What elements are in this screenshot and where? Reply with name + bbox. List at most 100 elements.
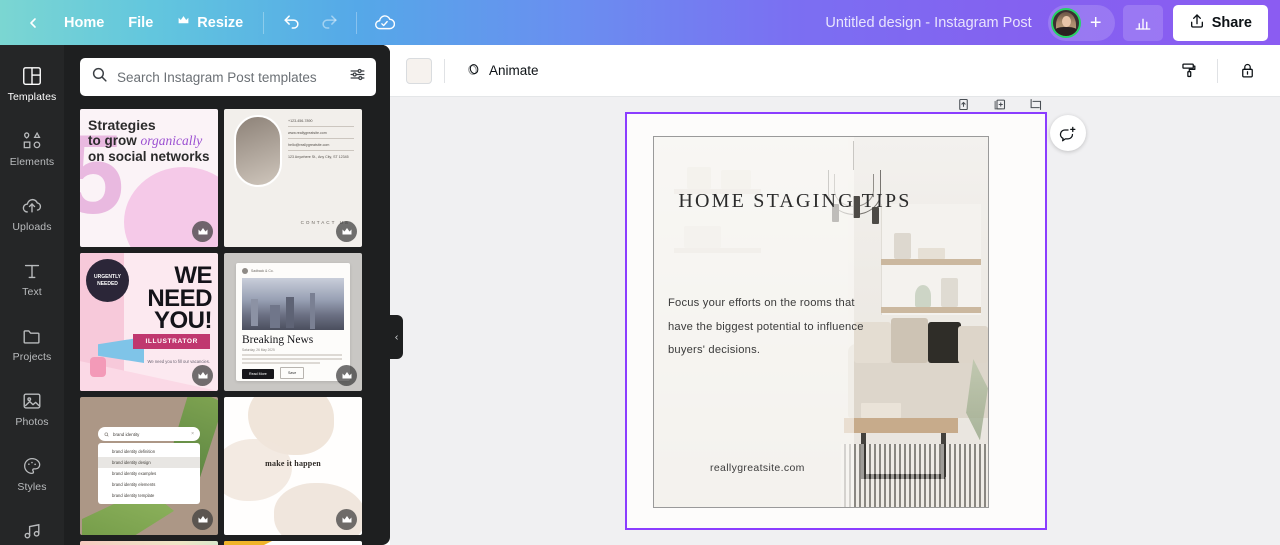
editor-toolbar: Animate [390,45,1280,97]
animate-icon [465,61,482,81]
avatar[interactable] [1050,7,1081,38]
template-card[interactable]: reallygreatsite.com GRAPHIC DESIGN Agenc… [224,541,362,545]
audio-icon [21,520,43,542]
pro-crown-badge [192,509,213,530]
template-text: make it happen [265,459,321,468]
panel-collapse-handle[interactable] [390,315,403,359]
badge-label: URGENTLY NEEDED [93,273,122,287]
pro-crown-badge [336,365,357,386]
template-card[interactable]: URGENTLY NEEDED WE NEED YOU! ILLUSTRATOR… [80,253,218,391]
template-row: URGENTLY NEEDED WE NEED YOU! ILLUSTRATOR… [80,253,374,391]
back-button[interactable] [14,6,52,40]
pro-crown-badge [336,221,357,242]
pro-crown-badge [192,221,213,242]
template-card[interactable]: 5 Strategies to grow organically on soci… [80,109,218,247]
search-box[interactable] [80,58,376,96]
search-input[interactable] [117,69,340,85]
toolbar-divider-2 [1217,58,1218,83]
contact-line: hello@reallygreatsite.com [288,143,354,151]
photos-icon [21,390,43,412]
template-line1: Strategies [88,117,156,133]
document-title[interactable]: Untitled design - Instagram Post [813,15,1043,31]
sidebar-label-templates: Templates [7,90,57,103]
collaborators-group[interactable]: + [1047,4,1115,41]
templates-grid: 5 Strategies to grow organically on soci… [64,109,390,545]
sidebar-item-uploads[interactable]: Uploads [0,181,64,246]
filter-icon[interactable] [349,66,366,88]
uploads-icon [21,195,43,217]
home-button[interactable]: Home [52,7,116,39]
contact-line: 123 Anywhere St., Any City, ST 12345 [288,155,349,159]
styles-icon [21,455,43,477]
sidebar-item-templates[interactable]: Templates [0,51,64,116]
sidebar-item-styles[interactable]: Styles [0,441,64,506]
share-icon [1189,13,1205,33]
animate-button[interactable]: Animate [457,55,547,87]
template-row: brand identity × brand identity definiti… [80,397,374,535]
save-button[interactable]: Save [280,367,305,379]
sidebar-label-projects: Projects [12,350,52,363]
template-card[interactable]: Sadback & Co. Breaking News Saturday, 26… [224,253,362,391]
projects-icon [21,325,43,347]
suggestion-item[interactable]: brand identity template [98,490,200,501]
template-line3: on social networks [88,149,210,164]
add-comment-button[interactable] [1050,115,1086,151]
template-line2-emphasis: organically [140,133,203,148]
template-headline: Breaking News [242,334,314,346]
sidebar-label-text: Text [22,285,42,298]
template-card[interactable]: LESS [80,541,218,545]
canvas-area[interactable]: HOME STAGING TIPS Focus your efforts on … [390,97,1280,545]
template-date: Saturday, 26 May 2025 [242,348,275,352]
suggestion-item[interactable]: brand identity examples [98,468,200,479]
share-label: Share [1211,14,1252,31]
contact-line: +123-456-7890 [288,119,354,127]
templates-panel: 5 Strategies to grow organically on soci… [64,45,390,545]
template-card[interactable]: make it happen [224,397,362,535]
sidebar-label-photos: Photos [15,415,49,428]
contact-line: www.reallygreatsite.com [288,131,354,139]
sidebar-item-audio[interactable]: Audio [0,506,64,545]
suggestion-item[interactable]: brand identity definition [98,446,200,457]
suggestion-item[interactable]: brand identity design [98,457,200,468]
color-swatch-button[interactable] [406,57,432,84]
redo-button[interactable] [310,6,348,40]
design-url[interactable]: reallygreatsite.com [710,462,805,474]
crop-icon[interactable] [1028,97,1044,113]
resize-label: Resize [197,14,244,31]
align-top-icon[interactable] [956,97,972,113]
lock-button[interactable] [1230,55,1264,87]
suggestion-item[interactable]: brand identity elements [98,479,200,490]
add-collaborator-button[interactable]: + [1083,10,1109,36]
sidebar-item-photos[interactable]: Photos [0,376,64,441]
canvas-mini-toolbar [956,97,1044,113]
template-row: 5 Strategies to grow organically on soci… [80,109,374,247]
share-button[interactable]: Share [1172,4,1268,41]
duplicate-icon[interactable] [992,97,1008,113]
canva-editor: Home File Resize Untitled design - Insta… [0,0,1280,545]
sidebar-label-uploads: Uploads [12,220,52,233]
toolbar-divider-1 [263,11,265,34]
file-label: File [128,14,154,31]
design-canvas[interactable]: HOME STAGING TIPS Focus your efforts on … [653,136,989,508]
template-card[interactable]: brand identity × brand identity definiti… [80,397,218,535]
sidebar-item-elements[interactable]: Elements [0,116,64,181]
sidebar-item-text[interactable]: Text [0,246,64,311]
home-label: Home [64,14,105,31]
analytics-button[interactable] [1122,4,1163,41]
design-title[interactable]: HOME STAGING TIPS [670,189,920,215]
resize-button[interactable]: Resize [165,7,255,39]
position-button[interactable] [1171,55,1205,87]
elements-icon [21,130,43,152]
undo-button[interactable] [272,6,310,40]
read-more-button[interactable]: Read More [242,369,274,379]
cloud-saved-icon[interactable] [365,6,403,40]
file-menu-button[interactable]: File [116,7,165,39]
design-body-text[interactable]: Focus your efforts on the rooms that hav… [668,292,873,363]
top-bar-right: Untitled design - Instagram Post + Share [813,0,1280,45]
template-card[interactable]: +123-456-7890 www.reallygreatsite.com he… [224,109,362,247]
canvas-page[interactable]: HOME STAGING TIPS Focus your efforts on … [625,112,1047,530]
top-bar: Home File Resize Untitled design - Insta… [0,0,1280,45]
sidebar-item-projects[interactable]: Projects [0,311,64,376]
templates-icon [21,65,43,87]
pro-crown-badge [336,509,357,530]
